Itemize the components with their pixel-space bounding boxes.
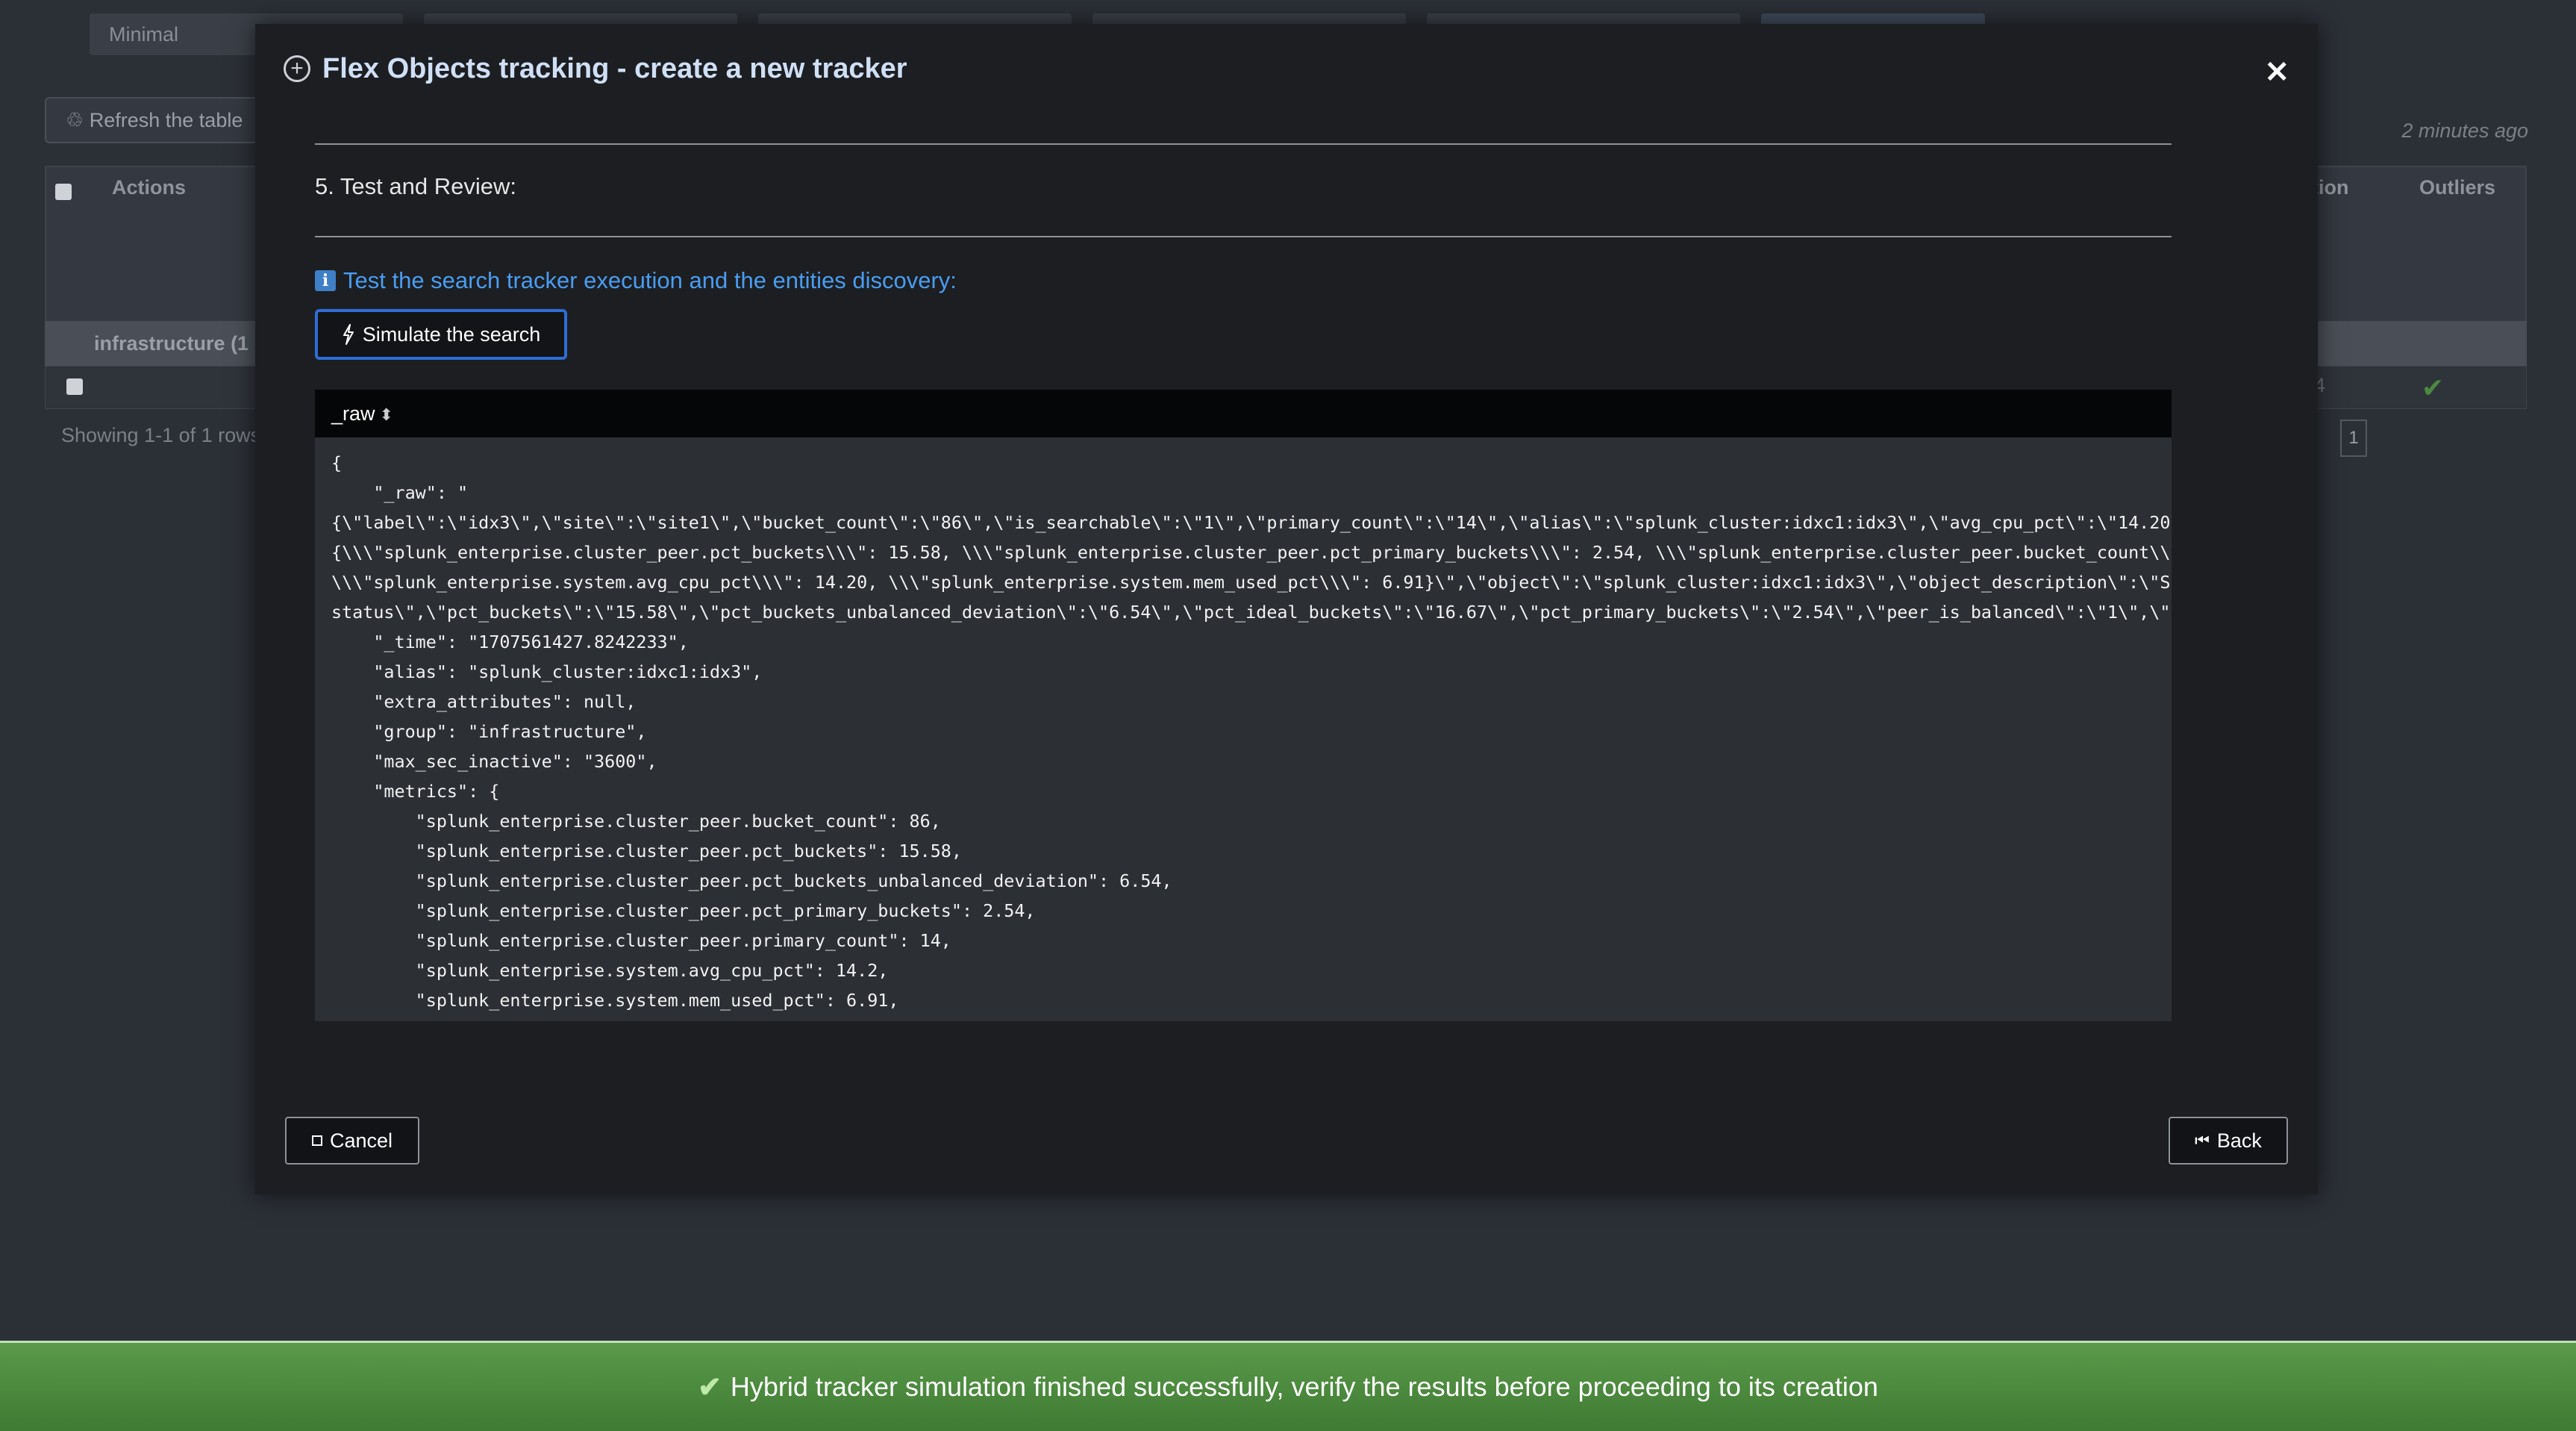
refresh-table-button: ♲ Refresh the table [45,97,264,143]
sort-icon[interactable]: ⬍ [380,405,393,424]
close-icon[interactable]: ✕ [2264,55,2289,90]
raw-column-label: _raw [331,402,375,425]
raw-event-text: { "_raw": " {\"label\":\"idx3\",\"site\"… [331,452,2172,1011]
check-icon: ✔ [2421,372,2444,403]
rows-count-text: Showing 1-1 of 1 rows [61,424,261,446]
modal-title: Flex Objects tracking - create a new tra… [322,53,907,84]
rewind-icon: ⏮ [2195,1131,2210,1150]
toast-message: Hybrid tracker simulation finished succe… [730,1371,1878,1402]
info-line: i Test the search tracker execution and … [315,267,957,294]
column-actions: Actions [112,176,187,199]
page-number: 1 [2340,420,2367,457]
cancel-label: Cancel [329,1129,393,1152]
cancel-button[interactable]: Cancel [285,1117,419,1165]
group-count: (1 [231,332,249,355]
divider [315,236,2172,237]
square-icon [311,1135,322,1146]
back-button[interactable]: ⏮ Back [2169,1117,2288,1165]
success-toast: ✔ Hybrid tracker simulation finished suc… [0,1341,2576,1431]
last-updated-text: 2 minutes ago [2401,119,2528,142]
divider [315,143,2172,145]
simulate-search-label: Simulate the search [362,322,541,346]
refresh-label: Refresh the table [89,109,243,131]
group-label: infrastructure [94,332,225,355]
back-label: Back [2216,1129,2262,1152]
info-text: Test the search tracker execution and th… [343,267,957,293]
raw-column-header[interactable]: _raw ⬍ [315,390,2172,437]
section-title: 5. Test and Review: [315,173,516,199]
check-icon: ✔ [698,1371,722,1403]
modal-header: + Flex Objects tracking - create a new t… [284,52,2289,107]
column-outliers: Outliers [2419,176,2496,199]
plus-circle-icon: + [284,55,310,82]
select-all-checkbox [55,184,72,200]
simulate-search-button[interactable]: Simulate the search [315,309,567,360]
lightning-icon [343,324,354,345]
info-icon: i [315,270,336,291]
results-table[interactable]: _raw ⬍ { "_raw": " {\"label\":\"idx3\",\"… [315,390,2172,1021]
row-checkbox [66,378,83,395]
recycle-icon: ♲ [66,109,90,131]
create-tracker-modal: + Flex Objects tracking - create a new t… [255,24,2318,1194]
